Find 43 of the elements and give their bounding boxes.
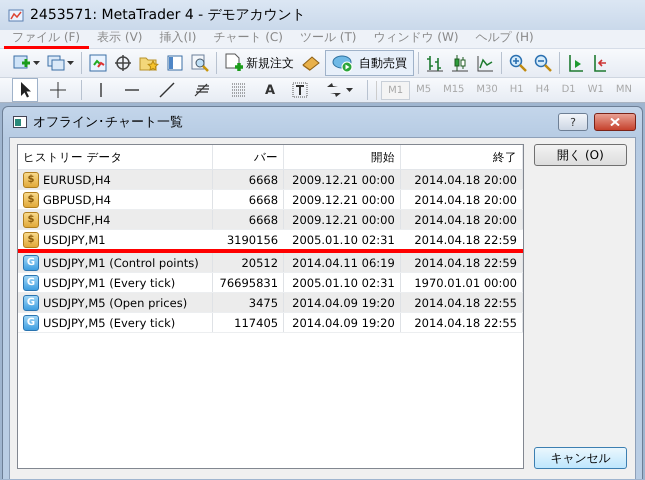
dialog-title: オフライン･チャート一覧 — [33, 114, 184, 131]
history-file-icon: $ — [23, 172, 39, 188]
table-cell: 117405 — [212, 312, 284, 332]
symbol-name: USDJPY,M1 — [43, 232, 106, 246]
symbol-name: USDCHF,H4 — [43, 212, 110, 226]
table-cell: 6668 — [212, 170, 284, 190]
window-title: 2453571: MetaTrader 4 - デモアカウント — [30, 6, 306, 24]
table-cell[interactable]: G USDJPY,M1 (Control points) — [18, 251, 213, 272]
text-tool-button[interactable]: A — [259, 82, 282, 98]
symbol-name: EURUSD,H4 — [43, 172, 111, 186]
history-file-icon: $ — [23, 192, 39, 208]
table-cell[interactable]: G USDJPY,M5 (Open prices) — [18, 292, 213, 312]
generated-file-icon: G — [23, 294, 39, 310]
table-cell: 2014.04.18 22:55 — [400, 312, 522, 332]
auto-trading-button[interactable]: 自動売買 — [325, 50, 414, 76]
table-cell: 6668 — [212, 210, 284, 230]
cancel-button[interactable]: キャンセル — [534, 447, 627, 469]
table-cell: 2014.04.18 22:55 — [400, 292, 522, 312]
new-order-button[interactable]: 新規注文 — [246, 54, 294, 72]
generated-file-icon: G — [23, 254, 39, 270]
table-cell: 2014.04.09 19:20 — [284, 312, 400, 332]
table-cell[interactable]: $ USDCHF,H4 — [18, 210, 213, 230]
symbol-name: USDJPY,M1 (Every tick) — [43, 276, 176, 290]
table-cell: 2009.12.21 00:00 — [284, 170, 400, 190]
table-cell[interactable]: G USDJPY,M5 (Every tick) — [18, 312, 213, 332]
history-file-icon: $ — [23, 212, 39, 228]
table-cell: 2014.04.09 19:20 — [284, 292, 400, 312]
generated-file-icon: G — [23, 274, 39, 290]
symbol-name: USDJPY,M5 (Every tick) — [43, 316, 176, 330]
symbol-name: GBPUSD,H4 — [43, 192, 111, 206]
generated-file-icon: G — [23, 314, 39, 330]
symbol-name: USDJPY,M5 (Open prices) — [43, 296, 188, 310]
table-cell[interactable]: $ EURUSD,H4 — [18, 170, 213, 190]
table-cell: 2014.04.18 20:00 — [400, 170, 522, 190]
table-cell: 2009.12.21 00:00 — [284, 210, 400, 230]
table-cell: 3475 — [212, 292, 284, 312]
help-button[interactable]: ? — [558, 113, 588, 131]
history-file-icon: $ — [23, 232, 39, 248]
table-cell: 2014.04.18 22:59 — [400, 251, 522, 272]
table-cell: 2014.04.18 20:00 — [400, 210, 522, 230]
open-button[interactable]: 開く (O) — [534, 144, 627, 166]
symbol-name: USDJPY,M1 (Control points) — [43, 256, 199, 270]
table-cell: 2014.04.11 06:19 — [284, 251, 400, 272]
